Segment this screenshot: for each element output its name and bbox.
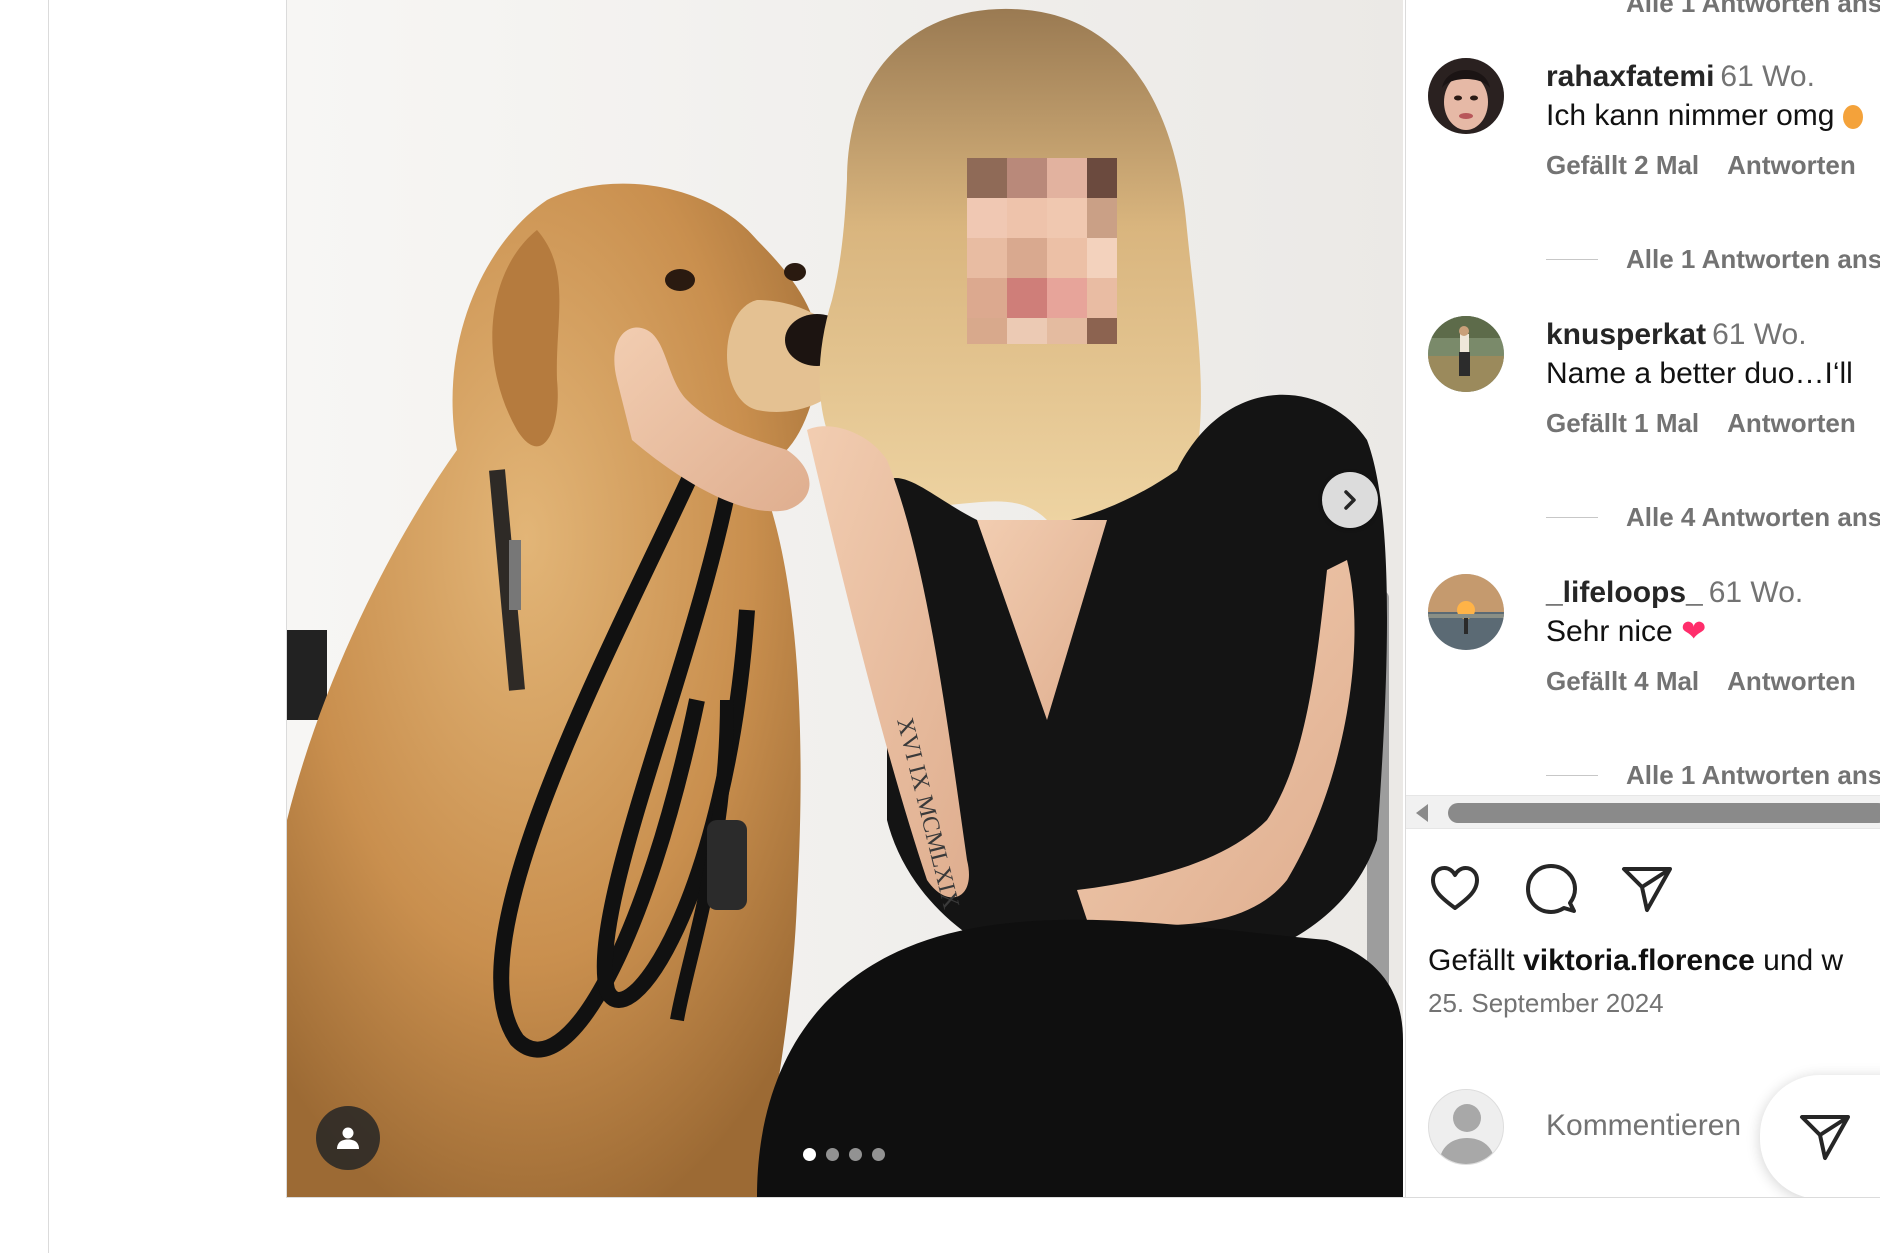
- comment-input[interactable]: Kommentieren: [1546, 1109, 1741, 1143]
- current-user-avatar: [1428, 1089, 1504, 1165]
- view-replies-label[interactable]: Alle 1 Antworten ans: [1626, 244, 1880, 275]
- comments-panel: Alle 1 Antworten ans rahaxfatemi 61 Wo. I…: [1405, 0, 1880, 1197]
- comment-text: Name a better duo…I‘ll: [1546, 357, 1853, 390]
- scroll-left-icon[interactable]: [1416, 804, 1428, 822]
- comment-likes[interactable]: Gefällt 1 Mal: [1546, 408, 1699, 438]
- post-media[interactable]: XVI IX MCMLXIX: [287, 0, 1403, 1197]
- comment-time[interactable]: 61 Wo.: [1709, 576, 1804, 609]
- share-button[interactable]: [1620, 862, 1674, 916]
- post-date[interactable]: 25. September 2024: [1428, 988, 1664, 1019]
- tagged-users-button[interactable]: [316, 1106, 380, 1170]
- carousel-dot-active: [803, 1148, 816, 1161]
- heart-icon: [1431, 866, 1479, 910]
- avatar-photo: [1428, 574, 1504, 650]
- comment-username[interactable]: knusperkat: [1546, 318, 1706, 351]
- comment-reply-button[interactable]: Antworten: [1727, 666, 1856, 696]
- replies-divider: [1546, 259, 1598, 260]
- view-replies-label[interactable]: Alle 4 Antworten ans: [1626, 502, 1880, 533]
- emoji-icon: [1842, 105, 1863, 130]
- comment-likes[interactable]: Gefällt 4 Mal: [1546, 666, 1699, 696]
- avatar-photo: [1428, 316, 1504, 392]
- likes-suffix[interactable]: und w: [1763, 944, 1843, 977]
- view-replies-label[interactable]: Alle 1 Antworten ans: [1626, 0, 1880, 19]
- comment-reply-button[interactable]: Antworten: [1727, 150, 1856, 180]
- send-button[interactable]: [1760, 1075, 1880, 1197]
- comment-text: Ich kann nimmer omg: [1546, 96, 1880, 136]
- comment-username[interactable]: _lifeloops_: [1546, 576, 1703, 609]
- avatar[interactable]: [1428, 58, 1504, 134]
- like-button[interactable]: [1428, 862, 1482, 916]
- carousel-indicator: [803, 1148, 885, 1161]
- paper-plane-icon: [1622, 867, 1672, 912]
- likes-prefix: Gefällt: [1428, 944, 1515, 977]
- comment-time[interactable]: 61 Wo.: [1720, 60, 1815, 93]
- comment-text: Sehr nice ❤: [1546, 615, 1707, 648]
- view-replies-link[interactable]: Alle 1 Antworten ans: [1546, 760, 1880, 791]
- comment-item: rahaxfatemi 61 Wo. Ich kann nimmer omg Ge…: [1406, 58, 1880, 198]
- likes-username[interactable]: viktoria.florence: [1523, 944, 1755, 977]
- page-left-divider: [48, 0, 49, 1253]
- replies-divider: [1546, 517, 1598, 518]
- likes-summary: Gefällt viktoria.florence und w: [1428, 944, 1843, 978]
- comment-item: _lifeloops_ 61 Wo. Sehr nice ❤ Gefällt 4 …: [1406, 574, 1880, 714]
- avatar-photo: [1428, 58, 1504, 134]
- user-tag-icon: [337, 1127, 359, 1149]
- paper-plane-icon: [1800, 1115, 1850, 1160]
- view-replies-label[interactable]: Alle 1 Antworten ans: [1626, 760, 1880, 791]
- comment-item: knusperkat 61 Wo. Name a better duo…I‘ll …: [1406, 316, 1880, 456]
- comment-icon: [1526, 864, 1577, 914]
- carousel-next-button[interactable]: [1322, 472, 1378, 528]
- view-replies-link[interactable]: Alle 1 Antworten ans: [1546, 244, 1880, 275]
- post-photo: XVI IX MCMLXIX: [287, 0, 1403, 1197]
- post-container: XVI IX MCMLXIX Alle 1 Antworten ans raha…: [286, 0, 1880, 1198]
- comment-composer: Kommentieren: [1406, 1075, 1880, 1197]
- comments-horizontal-scrollbar[interactable]: [1406, 795, 1880, 829]
- scrollbar-thumb[interactable]: [1448, 803, 1880, 823]
- comment-reply-button[interactable]: Antworten: [1727, 408, 1856, 438]
- carousel-dot: [826, 1148, 839, 1161]
- avatar[interactable]: [1428, 316, 1504, 392]
- default-user-icon: [1429, 1090, 1503, 1164]
- comment-likes[interactable]: Gefällt 2 Mal: [1546, 150, 1699, 180]
- view-replies-link[interactable]: Alle 1 Antworten ans: [1546, 0, 1880, 19]
- comment-time[interactable]: 61 Wo.: [1712, 318, 1807, 351]
- replies-divider: [1546, 775, 1598, 776]
- comment-button[interactable]: [1524, 862, 1578, 916]
- comment-username[interactable]: rahaxfatemi: [1546, 60, 1714, 93]
- carousel-dot: [872, 1148, 885, 1161]
- chevron-right-icon: [1344, 490, 1356, 510]
- post-actions: [1428, 862, 1674, 916]
- heart-emoji-icon: ❤: [1681, 615, 1707, 648]
- carousel-dot: [849, 1148, 862, 1161]
- avatar[interactable]: [1428, 574, 1504, 650]
- view-replies-link[interactable]: Alle 4 Antworten ans: [1546, 502, 1880, 533]
